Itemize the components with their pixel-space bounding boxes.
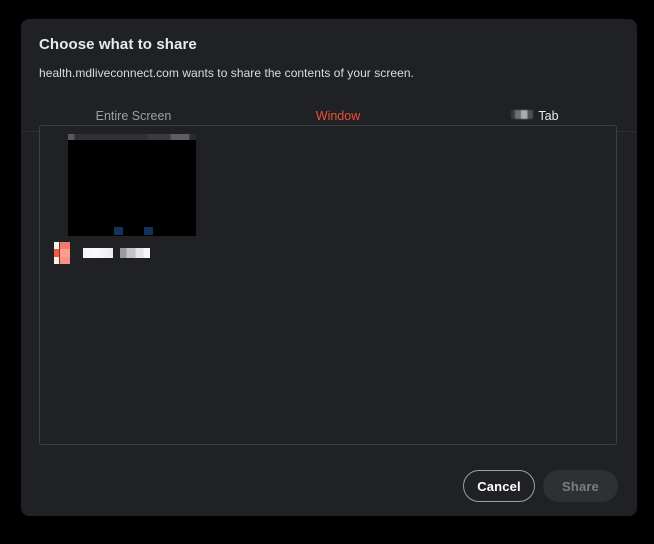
window-thumbnail-meta [50,242,196,264]
dialog-title: Choose what to share [39,36,197,53]
redacted-block-icon [511,110,534,119]
list-item[interactable] [45,131,197,265]
tab-tab-label: Tab [538,108,559,123]
thumbnail-mark-icon [114,227,123,235]
tab-entire-screen-label: Entire Screen [95,108,172,123]
dialog-subtitle: health.mdliveconnect.com wants to share … [39,66,414,80]
share-source-list[interactable] [39,125,617,445]
share-screen-dialog: Choose what to share health.mdliveconnec… [21,19,637,516]
app-icon [54,242,70,264]
window-title-redacted-icon [83,248,113,258]
thumbnail-mark-icon [144,227,153,235]
share-button[interactable]: Share [543,470,618,502]
dialog-footer: Cancel Share [21,459,637,516]
thumbnail-body [68,140,196,236]
window-thumbnail-preview [68,134,196,236]
cancel-button[interactable]: Cancel [463,470,535,502]
tab-window-label: Window [315,108,361,123]
window-subtitle-redacted-icon [120,248,150,258]
